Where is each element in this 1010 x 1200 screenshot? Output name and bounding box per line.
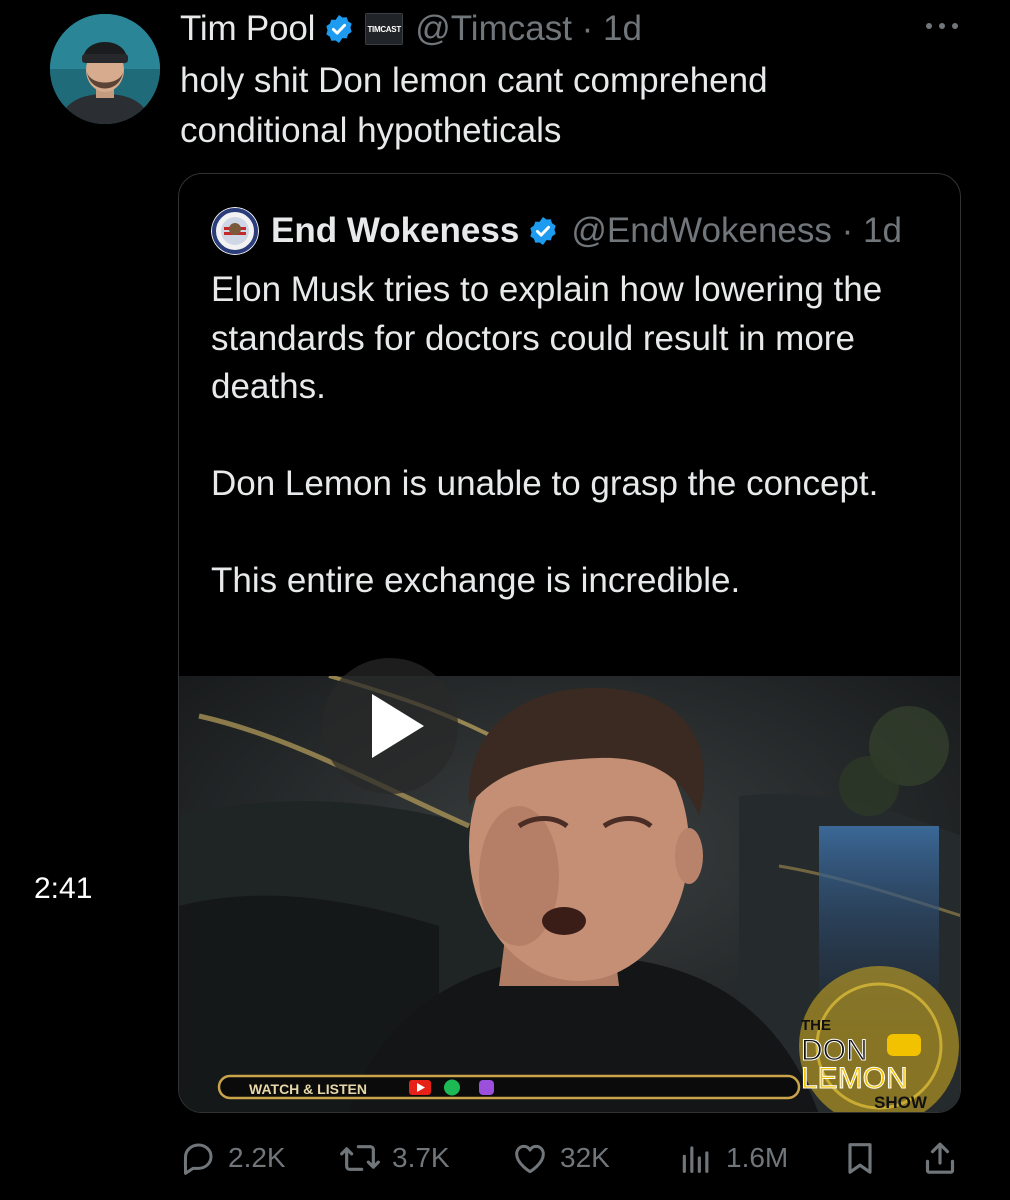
- more-icon[interactable]: [924, 16, 960, 36]
- action-bar: 2.2K 3.7K 32K 1.6M: [178, 1134, 968, 1182]
- like-count: 32K: [560, 1142, 610, 1173]
- logo-lemon: LEMON: [801, 1062, 908, 1095]
- video-thumbnail: WATCH & LISTEN THE DON LEMON SHOW: [179, 676, 960, 1112]
- quoted-author-name[interactable]: End Wokeness: [271, 211, 519, 251]
- like-icon: [515, 1144, 545, 1174]
- reply-icon: [183, 1143, 213, 1175]
- author-name[interactable]: Tim Pool: [180, 9, 315, 49]
- like-button[interactable]: 32K: [510, 1134, 610, 1182]
- author-handle[interactable]: @Timcast · 1d: [415, 9, 642, 49]
- reply-button[interactable]: 2.2K: [178, 1134, 286, 1182]
- verified-badge-icon: [530, 217, 556, 245]
- separator-dot: ·: [571, 9, 604, 48]
- tweet-header: Tim Pool TIMCAST @Timcast · 1d: [180, 8, 642, 50]
- author-handle-text: @Timcast: [415, 9, 572, 48]
- author-avatar-image: [50, 14, 160, 124]
- repost-button[interactable]: 3.7K: [338, 1134, 450, 1182]
- verified-badge-icon: [326, 15, 352, 43]
- logo-the: THE: [801, 1017, 831, 1034]
- quoted-tweet[interactable]: End Wokeness @EndWokeness · 1d Elon Musk…: [178, 173, 961, 1113]
- author-avatar[interactable]: [50, 14, 160, 124]
- share-button[interactable]: [920, 1134, 970, 1182]
- reply-count: 2.2K: [228, 1142, 286, 1173]
- views-icon: [682, 1146, 709, 1173]
- separator-dot: ·: [831, 211, 864, 250]
- tweet-text: holy shit Don lemon cant comprehend cond…: [180, 61, 768, 150]
- views-count: 1.6M: [726, 1142, 789, 1173]
- quoted-tweet-header: End Wokeness @EndWokeness · 1d: [211, 206, 902, 256]
- quoted-author-avatar[interactable]: [211, 207, 259, 255]
- quoted-tweet-text: Elon Musk tries to explain how lowering …: [211, 270, 883, 600]
- tweet-time[interactable]: 1d: [603, 9, 642, 48]
- logo-show: SHOW: [874, 1093, 928, 1112]
- views-button[interactable]: 1.6M: [676, 1134, 788, 1182]
- affiliation-badge[interactable]: TIMCAST: [365, 13, 404, 45]
- banner-text: WATCH & LISTEN: [249, 1081, 367, 1097]
- video-duration: 2:41: [24, 868, 103, 910]
- repost-icon: [340, 1145, 380, 1171]
- quoted-author-handle[interactable]: @EndWokeness · 1d: [571, 211, 902, 251]
- quoted-tweet-time: 1d: [863, 211, 902, 250]
- repost-count: 3.7K: [392, 1142, 450, 1173]
- quoted-handle-text: @EndWokeness: [571, 211, 832, 250]
- quoted-avatar-image: [211, 207, 259, 255]
- video-player[interactable]: WATCH & LISTEN THE DON LEMON SHOW: [179, 676, 960, 1112]
- play-icon[interactable]: [320, 656, 460, 796]
- share-icon: [925, 1142, 955, 1174]
- bookmark-icon: [848, 1143, 872, 1174]
- bookmark-button[interactable]: [840, 1134, 890, 1182]
